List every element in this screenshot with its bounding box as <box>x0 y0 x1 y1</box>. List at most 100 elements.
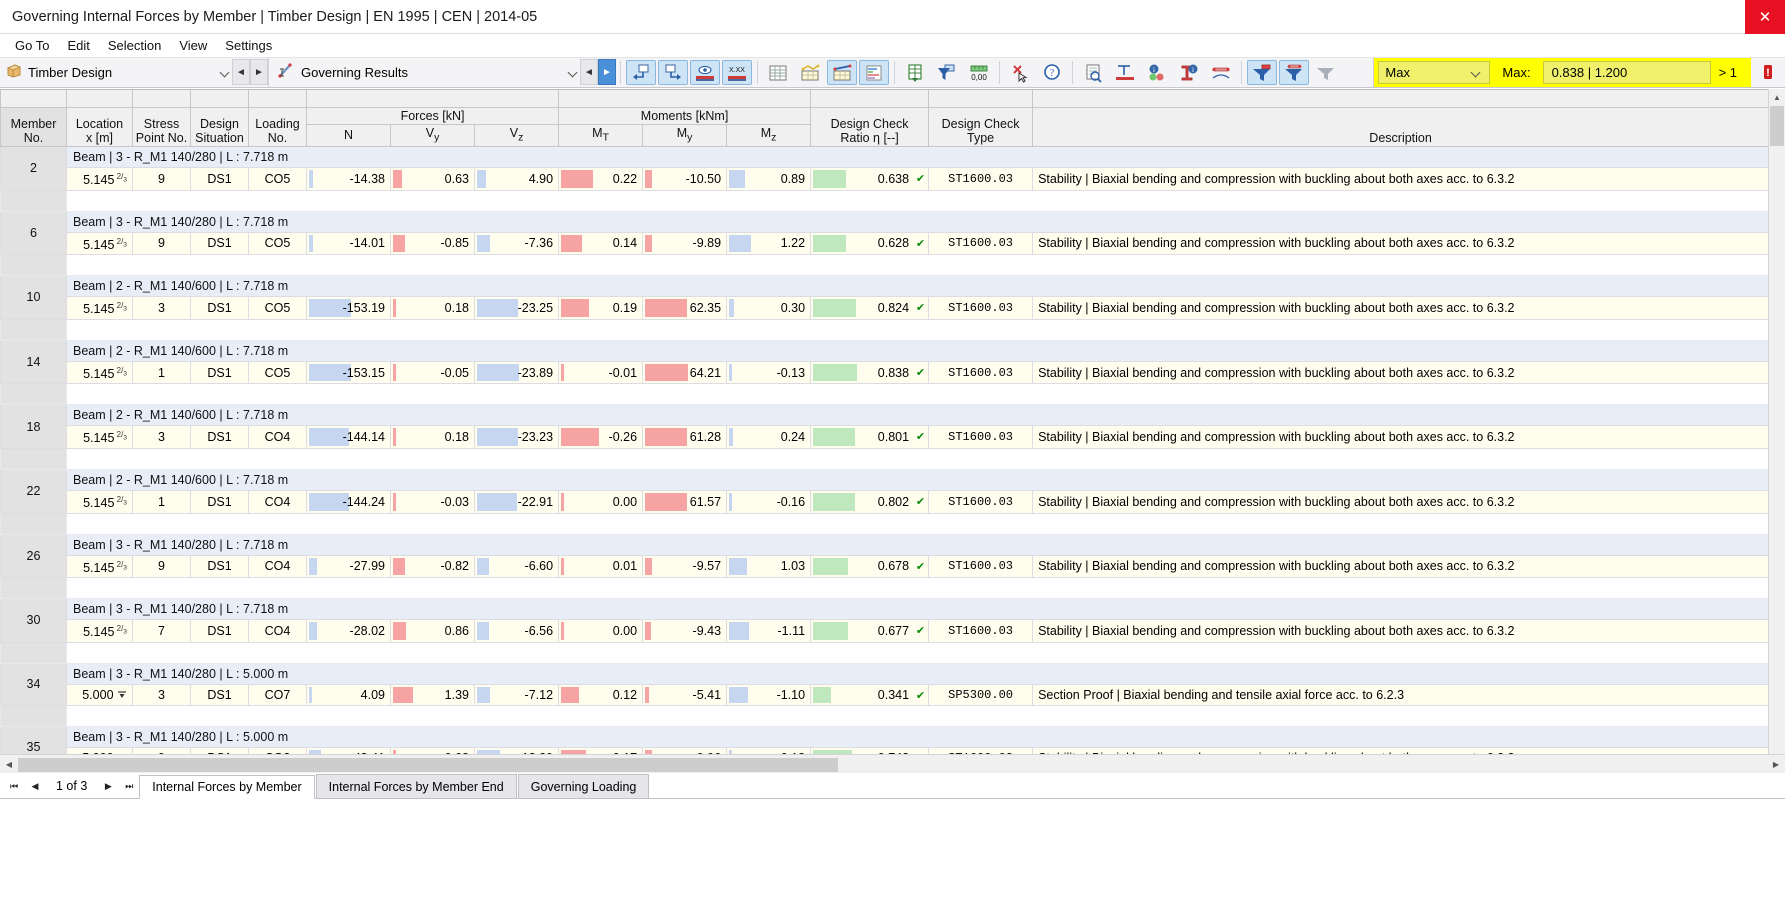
cell-N[interactable]: -14.38 <box>306 167 391 191</box>
cell-design-check-ratio[interactable]: 0.824 ✔ <box>810 296 930 320</box>
cell-member-description[interactable]: Beam | 3 - R_M1 140/280 | L : 7.718 m <box>65 211 1770 233</box>
cell-Mz[interactable]: 0.18 <box>726 747 812 754</box>
col-header-description[interactable]: Description <box>1032 107 1770 147</box>
cell-Mz[interactable]: -0.13 <box>726 361 812 385</box>
tab-internal-forces-by-member-end[interactable]: Internal Forces by Member End <box>315 774 517 798</box>
table-group-row[interactable]: 10 Beam | 2 - R_M1 140/600 | L : 7.718 m <box>0 275 1770 320</box>
menu-item-edit[interactable]: Edit <box>58 35 98 56</box>
cell-stress-point[interactable]: 1 <box>132 490 191 514</box>
cell-stress-point[interactable]: 3 <box>132 296 191 320</box>
cell-design-check-ratio[interactable]: 0.341 ✔ <box>810 684 930 706</box>
cell-MT[interactable]: 0.00 <box>558 619 644 643</box>
table-grid-icon[interactable] <box>763 60 793 85</box>
module-prev-button[interactable]: ◄ <box>232 59 250 85</box>
table-group-row[interactable]: 6 Beam | 3 - R_M1 140/280 | L : 7.718 m <box>0 211 1770 256</box>
table-row[interactable]: 5.145 2/3 7 DS1 CO4 -28.02 0.86 -6.56 0.00 -9.43… <box>1 619 1770 643</box>
cell-member-no[interactable]: 18 <box>0 404 67 449</box>
table-group-row[interactable]: 2 Beam | 3 - R_M1 140/280 | L : 7.718 m <box>0 146 1770 191</box>
cell-stress-point[interactable]: 9 <box>132 555 191 579</box>
cell-loading[interactable]: CO4 <box>248 490 307 514</box>
cell-Vz[interactable]: -23.25 <box>473 296 560 320</box>
cell-My[interactable]: -9.96 <box>642 747 728 754</box>
cell-N[interactable]: -153.15 <box>306 361 391 385</box>
cell-design-check-type[interactable]: ST1600.03 <box>928 232 1034 256</box>
cell-member-no[interactable]: 6 <box>0 211 67 256</box>
max-filter-select[interactable]: Max <box>1378 61 1491 84</box>
cell-design-check-type[interactable]: ST1600.03 <box>928 296 1034 320</box>
cell-Vy[interactable]: 0.86 <box>390 619 475 643</box>
cell-N[interactable]: 4.09 <box>306 684 391 706</box>
cell-MT[interactable]: 0.12 <box>558 684 644 706</box>
cell-My[interactable]: -9.57 <box>642 555 728 579</box>
cell-Mz[interactable]: -1.10 <box>726 684 812 706</box>
cell-Vz[interactable]: -7.12 <box>473 684 560 706</box>
cell-member-no[interactable]: 2 <box>0 146 67 191</box>
cell-design-check-ratio[interactable]: 0.677 ✔ <box>810 619 930 643</box>
table-row[interactable]: 5.145 2/3 1 DS1 CO5 -153.15 -0.05 -23.89 -0.01 6… <box>1 361 1770 385</box>
cell-N[interactable]: -27.99 <box>306 555 391 579</box>
cell-MT[interactable]: 0.19 <box>558 296 644 320</box>
cell-stress-point[interactable]: 3 <box>132 425 191 449</box>
cell-loading[interactable]: CO4 <box>248 619 307 643</box>
cell-loading[interactable]: CO4 <box>248 555 307 579</box>
cell-design-check-type[interactable]: ST1600.03 <box>928 167 1034 191</box>
cell-design-check-ratio[interactable]: 0.678 ✔ <box>810 555 930 579</box>
cell-Vy[interactable]: 1.39 <box>390 684 475 706</box>
horizontal-scroll-thumb[interactable] <box>18 757 838 772</box>
cell-Vy[interactable]: 0.63 <box>390 167 475 191</box>
results-table-container[interactable]: Member No. Location x [m] Stress Point N… <box>0 89 1785 754</box>
member-info-icon[interactable]: i <box>1142 60 1172 85</box>
cell-Vz[interactable]: -22.91 <box>473 490 560 514</box>
cell-location[interactable]: 5.145 2/3 <box>66 167 133 191</box>
cell-description[interactable]: Stability | Biaxial bending and compress… <box>1032 747 1770 754</box>
cell-design-check-ratio[interactable]: 0.802 ✔ <box>810 490 930 514</box>
col-header-member-no[interactable]: Member No. <box>0 107 67 147</box>
cell-member-description[interactable]: Beam | 2 - R_M1 140/600 | L : 7.718 m <box>65 275 1770 298</box>
horizontal-scroll-track[interactable] <box>18 757 1767 773</box>
cell-design-check-type[interactable]: ST1600.03 <box>928 619 1034 643</box>
units-decimals-icon[interactable]: 0,00 <box>964 60 994 85</box>
cell-My[interactable]: -9.43 <box>642 619 728 643</box>
cell-Vy[interactable]: 0.18 <box>390 296 475 320</box>
menu-item-go-to[interactable]: Go To <box>6 35 58 56</box>
cell-Vz[interactable]: -23.89 <box>473 361 560 385</box>
results-combo[interactable]: Governing Results <box>268 58 580 87</box>
cell-design-check-ratio[interactable]: 0.801 ✔ <box>810 425 930 449</box>
cell-My[interactable]: -5.41 <box>642 684 728 706</box>
table-row[interactable]: 5.145 2/3 3 DS1 CO5 -153.19 0.18 -23.25 0.19 62.… <box>1 296 1770 320</box>
cell-member-no[interactable]: 35 <box>0 726 67 754</box>
col-header-MT[interactable]: MT <box>558 124 644 147</box>
stress-point-icon[interactable] <box>1110 60 1140 85</box>
cell-design-situation[interactable]: DS1 <box>190 747 249 754</box>
table-group-row[interactable]: 30 Beam | 3 - R_M1 140/280 | L : 7.718 m <box>0 598 1770 643</box>
cell-design-situation[interactable]: DS1 <box>190 361 249 385</box>
red-exclamation-icon[interactable]: ! <box>1751 58 1785 87</box>
cell-description[interactable]: Stability | Biaxial bending and compress… <box>1032 296 1770 320</box>
cell-design-situation[interactable]: DS1 <box>190 684 249 706</box>
cell-MT[interactable]: 0.01 <box>558 555 644 579</box>
chevron-down-icon[interactable] <box>1471 67 1483 79</box>
table-group-row[interactable]: 35 Beam | 3 - R_M1 140/280 | L : 5.000 m <box>0 726 1770 754</box>
bar-chart-icon[interactable] <box>859 60 889 85</box>
col-header-My[interactable]: My <box>642 124 728 147</box>
cell-member-no[interactable]: 14 <box>0 340 67 385</box>
import-from-above-icon[interactable] <box>626 60 656 85</box>
cell-loading[interactable]: CO2 <box>248 747 307 754</box>
horizontal-scrollbar[interactable]: ◀ ▶ <box>0 754 1785 774</box>
cell-description[interactable]: Stability | Biaxial bending and compress… <box>1032 167 1770 191</box>
cell-N[interactable]: -144.14 <box>306 425 391 449</box>
cell-My[interactable]: 61.57 <box>642 490 728 514</box>
cell-design-check-type[interactable]: ST1600.03 <box>928 555 1034 579</box>
cell-location[interactable]: 5.000 <box>66 684 133 706</box>
table-group-row[interactable]: 34 Beam | 3 - R_M1 140/280 | L : 5.000 m <box>0 663 1770 706</box>
col-resize-strip[interactable] <box>305 90 560 108</box>
table-filter-rows-icon[interactable] <box>795 60 825 85</box>
cell-description[interactable]: Stability | Biaxial bending and compress… <box>1032 490 1770 514</box>
tab-governing-loading[interactable]: Governing Loading <box>517 774 650 798</box>
export-excel-icon[interactable] <box>900 60 930 85</box>
cell-MT[interactable]: 0.14 <box>558 232 644 256</box>
close-window-button[interactable]: ✕ <box>1745 0 1785 34</box>
col-resize-strip[interactable] <box>558 90 812 108</box>
filter-clear-icon[interactable] <box>1311 60 1341 85</box>
filter-max-icon[interactable] <box>1247 60 1277 85</box>
